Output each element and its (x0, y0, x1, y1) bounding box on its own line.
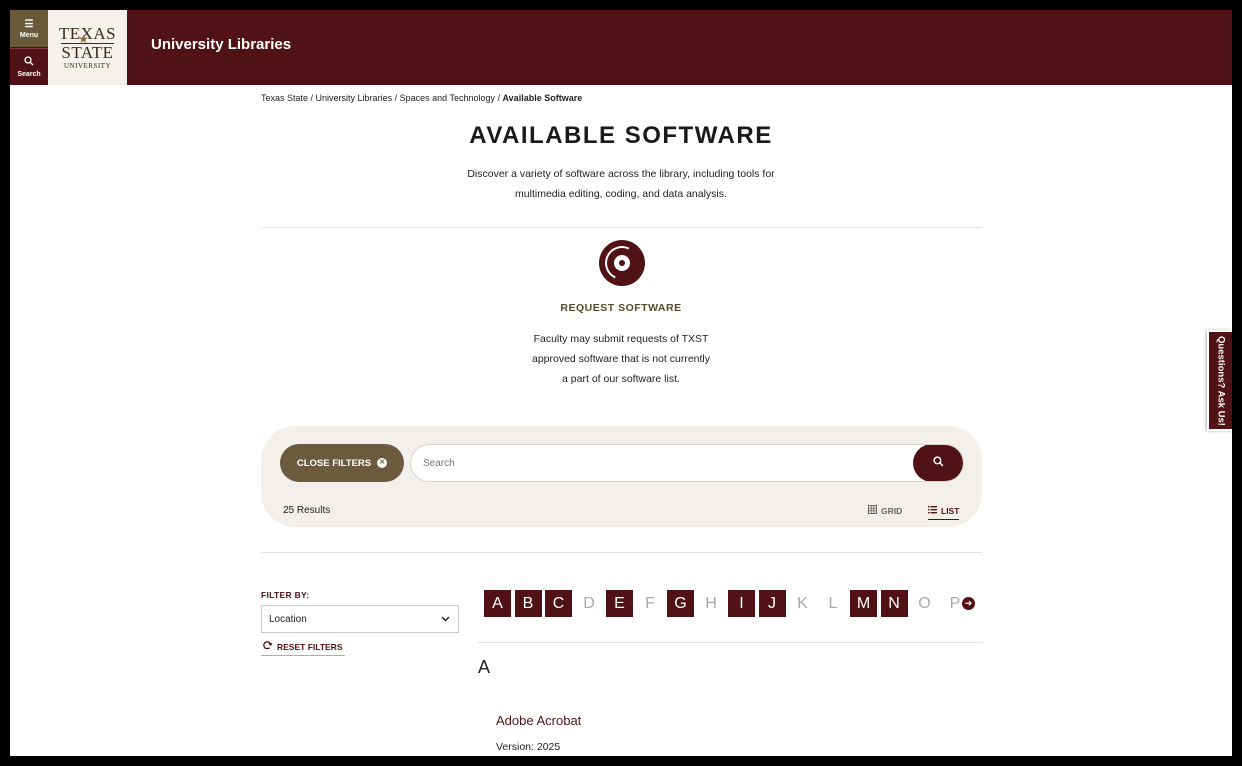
breadcrumb-item[interactable]: University Libraries (316, 93, 393, 103)
search-icon (932, 454, 944, 472)
search-submit-button[interactable] (913, 445, 963, 481)
arrow-right-icon[interactable]: ➜ (962, 597, 975, 610)
section-heading: A (478, 657, 491, 677)
letter-a[interactable]: A (484, 590, 511, 617)
site-header: ☰ Menu Search ★ TEXAS STATE UNIVERSITY U… (10, 10, 1232, 85)
alphabet-nav: ABCDEFGHIJKLMNOP (484, 590, 984, 618)
reset-filters-button[interactable]: RESET FILTERS (261, 641, 345, 656)
request-line: approved software that is not currently (531, 353, 710, 365)
list-icon (928, 505, 937, 516)
letter-o: O (918, 595, 931, 612)
letter-e[interactable]: E (606, 590, 633, 617)
reset-filters-label: RESET FILTERS (277, 641, 343, 652)
software-search (410, 444, 964, 482)
letter-l: L (828, 595, 838, 612)
letter-g[interactable]: G (667, 590, 694, 617)
questions-ask-us-tab[interactable]: Questions? Ask Us! (1207, 330, 1232, 431)
software-version: Version: 2025 (496, 741, 561, 753)
site-title[interactable]: University Libraries (151, 36, 291, 53)
logo-line-3: UNIVERSITY (64, 61, 111, 70)
chevron-down-icon (441, 614, 450, 625)
disc-icon[interactable] (599, 240, 645, 286)
results-count: 25 Results (283, 505, 331, 516)
request-software-link[interactable]: REQUEST SOFTWARE (10, 302, 1232, 314)
star-icon: ★ (78, 32, 89, 46)
software-title-link[interactable]: Adobe Acrobat (496, 713, 581, 728)
intro-line: multimedia editing, coding, and data ana… (515, 188, 727, 200)
refresh-icon (263, 641, 273, 652)
search-icon (24, 56, 34, 69)
page-intro: Discover a variety of software across th… (450, 164, 792, 204)
location-select-value: Location (269, 613, 307, 625)
letter-j[interactable]: J (758, 590, 786, 617)
breadcrumb-item[interactable]: Texas State (261, 93, 308, 103)
letter-c[interactable]: C (545, 590, 572, 617)
close-circle-icon: ✕ (377, 458, 388, 468)
letter-h: H (705, 595, 717, 612)
menu-button-label: Menu (19, 31, 39, 39)
letter-k: K (797, 595, 808, 612)
browser-viewport: ☰ Menu Search ★ TEXAS STATE UNIVERSITY U… (10, 10, 1232, 756)
letter-i[interactable]: I (728, 590, 755, 617)
university-logo[interactable]: ★ TEXAS STATE UNIVERSITY (48, 10, 127, 85)
divider (261, 552, 982, 553)
breadcrumb-separator: / (392, 93, 400, 103)
location-select[interactable]: Location (261, 605, 459, 633)
close-filters-label: CLOSE FILTERS (296, 457, 372, 469)
letter-m[interactable]: M (850, 590, 877, 617)
letter-d: D (583, 595, 595, 612)
letter-n[interactable]: N (880, 590, 908, 617)
letter-f: F (645, 595, 655, 612)
request-line: Faculty may submit requests of TXST (533, 333, 709, 345)
ask-tab-label: Questions? Ask Us! (1215, 335, 1226, 426)
breadcrumb-item[interactable]: Spaces and Technology (400, 93, 495, 103)
search-input[interactable] (423, 445, 903, 481)
letter-b[interactable]: B (514, 590, 542, 617)
close-filters-button[interactable]: CLOSE FILTERS ✕ (280, 444, 404, 482)
request-line: a part of our software list. (562, 373, 680, 385)
intro-line: Discover a variety of software across th… (467, 168, 775, 180)
grid-view-label: GRID (881, 505, 903, 516)
filter-panel: CLOSE FILTERS ✕ 25 Results GRID LIST (261, 426, 982, 527)
grid-icon (868, 505, 877, 516)
search-button[interactable]: Search (10, 48, 48, 85)
menu-button[interactable]: ☰ Menu (10, 10, 48, 47)
breadcrumb-current: Available Software (502, 93, 583, 103)
breadcrumb: Texas State / University Libraries / Spa… (261, 93, 582, 103)
divider (478, 642, 982, 643)
page-title: AVAILABLE SOFTWARE (469, 122, 773, 149)
breadcrumb-separator: / (495, 93, 503, 103)
divider (261, 227, 982, 228)
list-view-toggle[interactable]: LIST (928, 505, 960, 520)
breadcrumb-separator: / (308, 93, 316, 103)
grid-view-toggle[interactable]: GRID (868, 505, 902, 516)
request-software-text: Faculty may submit requests of TXST appr… (520, 329, 722, 389)
search-button-label: Search (17, 71, 41, 78)
filter-by-label: FILTER BY: (261, 590, 310, 600)
list-view-label: LIST (941, 505, 960, 516)
hamburger-icon: ☰ (24, 18, 34, 30)
